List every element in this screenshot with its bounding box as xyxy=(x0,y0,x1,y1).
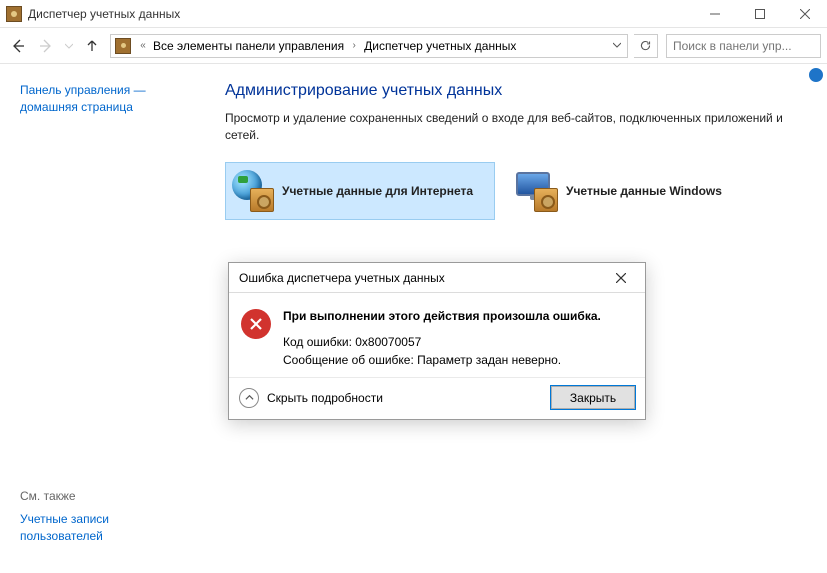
details-toggle-label: Скрыть подробности xyxy=(267,391,383,405)
title-bar: Диспетчер учетных данных xyxy=(0,0,827,28)
control-panel-home-link[interactable]: Панель управления — домашняя страница xyxy=(20,82,195,116)
globe-safe-icon xyxy=(232,170,274,212)
error-code: Код ошибки: 0x80070057 xyxy=(283,333,601,351)
forward-button[interactable] xyxy=(34,34,58,58)
refresh-button[interactable] xyxy=(634,34,658,58)
tile-label: Учетные данные для Интернета xyxy=(282,184,473,198)
see-also-heading: См. также xyxy=(20,489,195,503)
dialog-title: Ошибка диспетчера учетных данных xyxy=(239,271,445,285)
nav-bar: « Все элементы панели управления › Диспе… xyxy=(0,28,827,64)
app-icon xyxy=(6,6,22,22)
window-title: Диспетчер учетных данных xyxy=(28,7,692,21)
error-detail: Сообщение об ошибке: Параметр задан неве… xyxy=(283,351,601,369)
close-window-button[interactable] xyxy=(782,0,827,28)
error-icon xyxy=(241,309,271,339)
back-button[interactable] xyxy=(6,34,30,58)
minimize-button[interactable] xyxy=(692,0,737,28)
up-button[interactable] xyxy=(80,34,104,58)
search-box[interactable] xyxy=(666,34,821,58)
address-dropdown[interactable] xyxy=(607,41,627,51)
user-accounts-link[interactable]: Учетные записи пользователей xyxy=(20,512,109,543)
chevron-icon[interactable]: « xyxy=(135,40,151,51)
search-input[interactable] xyxy=(673,39,827,53)
sidebar: Панель управления — домашняя страница См… xyxy=(0,64,215,573)
monitor-safe-icon xyxy=(516,170,558,212)
web-credentials-tile[interactable]: Учетные данные для Интернета xyxy=(225,162,495,220)
breadcrumb[interactable]: Все элементы панели управления xyxy=(151,39,346,53)
address-bar[interactable]: « Все элементы панели управления › Диспе… xyxy=(110,34,628,58)
dialog-close-button[interactable] xyxy=(601,265,641,291)
details-toggle[interactable]: Скрыть подробности xyxy=(239,388,383,408)
page-heading: Администрирование учетных данных xyxy=(225,82,807,100)
error-dialog: Ошибка диспетчера учетных данных При вып… xyxy=(228,262,646,420)
error-message: При выполнении этого действия произошла … xyxy=(283,307,601,325)
windows-credentials-tile[interactable]: Учетные данные Windows xyxy=(509,162,779,220)
recent-dropdown[interactable] xyxy=(62,34,76,58)
maximize-button[interactable] xyxy=(737,0,782,28)
chevron-icon[interactable]: › xyxy=(346,40,362,51)
chevron-up-icon xyxy=(239,388,259,408)
close-button[interactable]: Закрыть xyxy=(551,386,635,409)
breadcrumb[interactable]: Диспетчер учетных данных xyxy=(362,39,518,53)
tile-label: Учетные данные Windows xyxy=(566,184,722,198)
page-subtext: Просмотр и удаление сохраненных сведений… xyxy=(225,110,785,144)
address-icon xyxy=(115,38,131,54)
